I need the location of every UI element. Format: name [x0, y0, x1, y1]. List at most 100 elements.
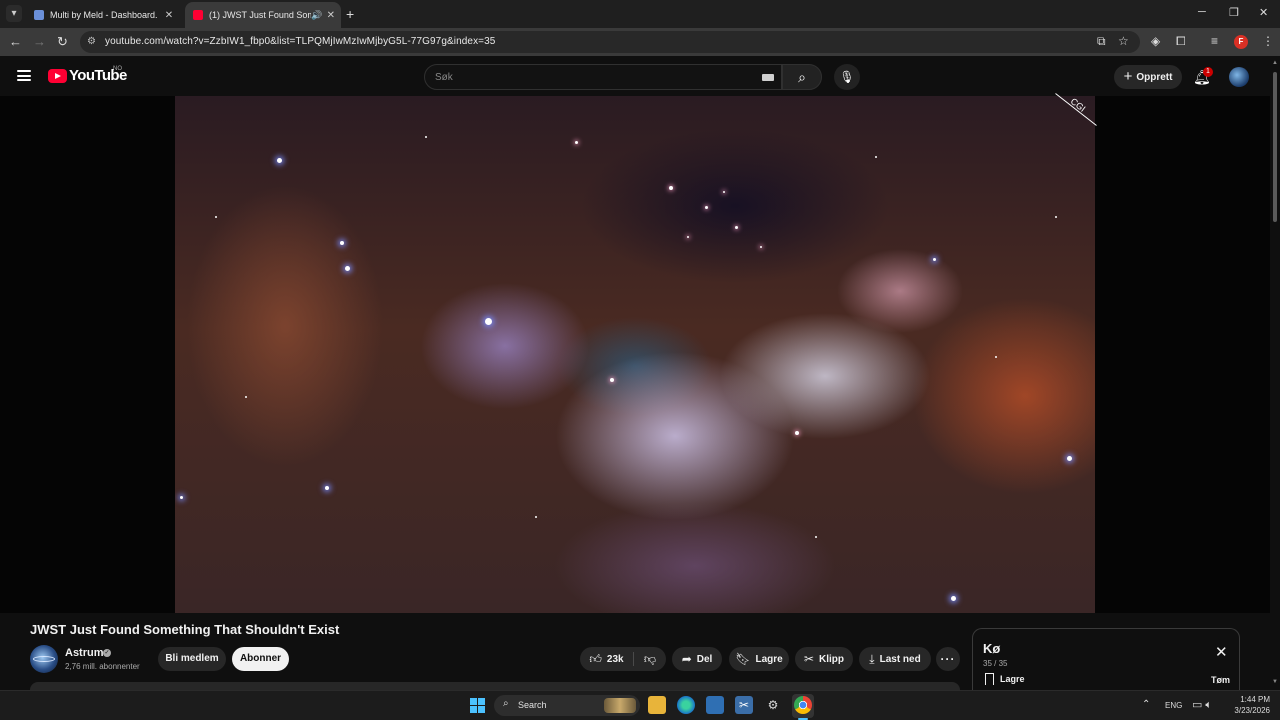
subscriber-count: 2,76 mill. abonnenter — [65, 662, 140, 671]
close-queue-icon[interactable]: ✕ — [1215, 645, 1228, 660]
search-highlight-image — [604, 698, 636, 713]
site-info-icon[interactable]: ⚙ — [87, 36, 96, 47]
account-avatar[interactable] — [1229, 67, 1249, 87]
taskbar-search[interactable]: ⌕ Search — [494, 695, 640, 716]
display-icon[interactable]: ▭ — [1192, 699, 1205, 711]
clip-button[interactable]: ✂ Klipp — [795, 647, 853, 671]
hamburger-menu-icon[interactable] — [17, 70, 31, 81]
download-icon: ⤓ — [869, 651, 875, 666]
save-button[interactable]: 🔖︎ Lagre — [729, 647, 789, 671]
scrollbar-thumb[interactable] — [1273, 72, 1277, 222]
star — [340, 241, 344, 245]
thumbs-up-icon: 👍︎ — [589, 651, 602, 666]
extension-icon[interactable]: ◈ — [1151, 34, 1160, 48]
youtube-header: YouTube NO ⌕ 🎙 + Opprett 🔔︎ 1 — [0, 56, 1280, 96]
profile-avatar[interactable]: F — [1234, 35, 1248, 49]
region-code: NO — [113, 66, 122, 72]
search-button[interactable]: ⌕ — [782, 64, 822, 90]
more-actions-button[interactable]: ··· — [936, 647, 960, 671]
channel-name[interactable]: Astrum — [65, 647, 104, 659]
more-dots-icon: ··· — [940, 652, 956, 666]
star — [760, 246, 762, 248]
channel-avatar[interactable] — [30, 645, 58, 673]
queue-position: 35 / 35 — [983, 659, 1008, 668]
browser-tab-youtube[interactable]: (1) JWST Just Found Something That Shoul… — [185, 2, 341, 28]
youtube-logo-icon[interactable] — [48, 69, 67, 83]
search-box[interactable] — [424, 64, 782, 90]
search-input[interactable] — [435, 70, 735, 85]
file-explorer-icon[interactable] — [648, 696, 666, 714]
page-scrollbar[interactable]: ▲ ▼ — [1270, 56, 1280, 690]
star — [575, 141, 578, 144]
star — [180, 496, 183, 499]
share-arrow-icon: ➦ — [681, 652, 692, 666]
star — [535, 516, 537, 518]
browser-tab-meld[interactable]: Multi by Meld - Dashboard. ✕ — [26, 2, 182, 28]
star — [875, 156, 877, 158]
chrome-browser-icon[interactable] — [794, 696, 812, 714]
restore-icon[interactable]: ❐ — [1229, 6, 1239, 19]
star — [723, 191, 725, 193]
minimize-icon[interactable]: ─ — [1198, 6, 1206, 18]
create-label: Opprett — [1136, 71, 1173, 83]
forward-icon[interactable]: → — [33, 34, 46, 49]
star — [215, 216, 217, 218]
settings-gear-icon[interactable]: ⚙ — [764, 696, 782, 714]
video-frame-nebula-image[interactable] — [175, 96, 1095, 613]
queue-title: Kø — [983, 641, 1001, 656]
close-tab-icon[interactable]: ✕ — [327, 10, 335, 21]
close-window-icon[interactable]: ✕ — [1259, 6, 1268, 19]
star — [485, 318, 492, 325]
notification-count-badge: 1 — [1203, 67, 1213, 77]
star — [425, 136, 427, 138]
star — [1055, 216, 1057, 218]
close-tab-icon[interactable]: ✕ — [162, 10, 176, 21]
download-button[interactable]: ⤓ Last ned — [859, 647, 931, 671]
clock-time[interactable]: 1:44 PM — [1226, 695, 1270, 704]
queue-panel: Kø 35 / 35 ✕ Lagre Tøm — [972, 628, 1240, 690]
like-button[interactable]: 👍︎ 23k — [580, 647, 633, 671]
dislike-button[interactable]: 👎︎ — [634, 647, 666, 671]
show-hidden-icons-icon[interactable]: ⌃ — [1142, 699, 1150, 710]
browser-toolbar: ← → ↻ ⚙ youtube.com/watch?v=ZzbIW1_fbp0&… — [0, 28, 1280, 56]
star — [1067, 456, 1072, 461]
star — [277, 158, 282, 163]
system-tray-icons[interactable]: ▭🔈︎ — [1192, 698, 1215, 712]
install-app-icon[interactable]: ⧉ — [1097, 34, 1106, 49]
voice-search-button[interactable]: 🎙 — [834, 64, 860, 90]
back-icon[interactable]: ← — [9, 34, 22, 49]
star — [687, 236, 689, 238]
share-button[interactable]: ➦ Del — [672, 647, 722, 671]
snipping-tool-icon[interactable]: ✂ — [735, 696, 753, 714]
audio-playing-icon[interactable]: 🔊 — [311, 10, 322, 21]
keyboard-icon[interactable] — [762, 74, 774, 81]
windows-start-icon[interactable] — [470, 698, 485, 713]
clock-date[interactable]: 3/23/2026 — [1216, 706, 1270, 715]
address-bar[interactable]: ⚙ youtube.com/watch?v=ZzbIW1_fbp0&list=T… — [80, 31, 1140, 53]
extensions-puzzle-icon[interactable]: ⧠ — [1176, 34, 1186, 49]
tab-search-menu-button[interactable]: ▾ — [6, 5, 22, 22]
volume-icon[interactable]: 🔈︎ — [1205, 699, 1215, 711]
scroll-down-arrow-icon[interactable]: ▼ — [1272, 679, 1278, 685]
edge-browser-icon[interactable] — [677, 696, 695, 714]
queue-clear-button[interactable]: Tøm — [1211, 675, 1230, 685]
bookmark-star-icon[interactable]: ☆ — [1118, 34, 1129, 48]
video-player[interactable] — [0, 96, 1270, 613]
scroll-up-arrow-icon[interactable]: ▲ — [1272, 60, 1278, 66]
join-button[interactable]: Bli medlem — [158, 647, 226, 671]
new-tab-icon[interactable]: + — [346, 6, 354, 22]
queue-save-button[interactable]: Lagre — [985, 673, 1025, 685]
reload-icon[interactable]: ↻ — [57, 34, 68, 50]
subscribe-button[interactable]: Abonner — [232, 647, 289, 671]
browser-menu-icon[interactable]: ⋮ — [1262, 34, 1274, 48]
save-label: Lagre — [755, 653, 783, 665]
create-button[interactable]: + Opprett — [1114, 65, 1182, 89]
star — [705, 206, 708, 209]
app-window-icon[interactable] — [706, 696, 724, 714]
queue-save-label: Lagre — [1000, 674, 1025, 684]
input-language[interactable]: ENG — [1165, 701, 1182, 710]
like-dislike-group: 👍︎ 23k 👎︎ — [580, 647, 666, 671]
description-box[interactable] — [30, 682, 960, 690]
reading-list-icon[interactable]: ≡ — [1211, 34, 1218, 48]
star — [245, 396, 247, 398]
